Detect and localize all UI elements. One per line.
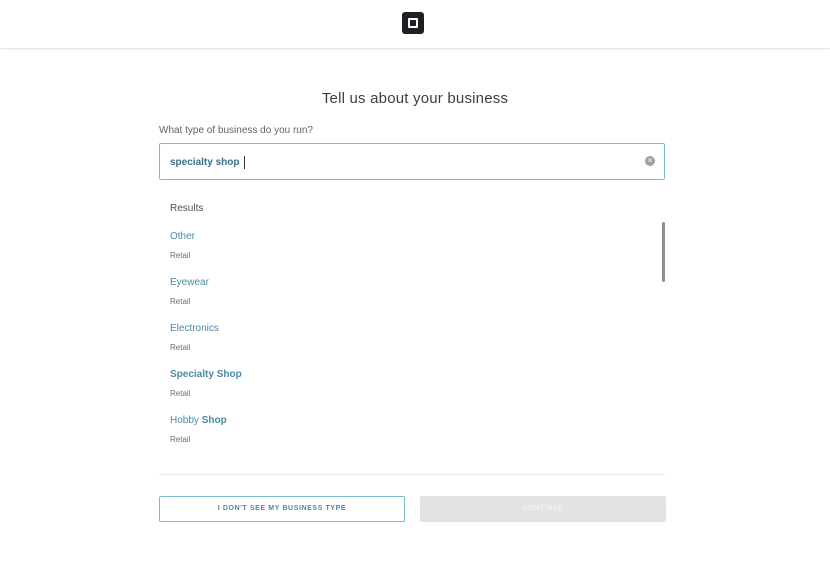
result-name: Specialty Shop bbox=[170, 369, 242, 380]
result-category: Retail bbox=[170, 297, 191, 306]
result-name: Hobby Shop bbox=[170, 415, 227, 426]
continue-button[interactable]: CONTINUE bbox=[420, 496, 666, 522]
result-category: Retail bbox=[170, 343, 191, 352]
business-type-search-box[interactable] bbox=[159, 143, 665, 180]
result-item-eyewear[interactable]: Eyewear Retail bbox=[170, 272, 650, 312]
top-bar bbox=[0, 0, 830, 49]
divider bbox=[159, 474, 665, 475]
results-list[interactable]: Other Retail Eyewear Retail Electronics … bbox=[159, 226, 665, 466]
square-logo-icon[interactable] bbox=[402, 12, 424, 34]
business-type-input[interactable] bbox=[170, 153, 610, 171]
result-category: Retail bbox=[170, 435, 191, 444]
business-type-label: What type of business do you run? bbox=[159, 125, 313, 136]
business-type-not-listed-button[interactable]: I DON'T SEE MY BUSINESS TYPE bbox=[159, 496, 405, 522]
result-name: Electronics bbox=[170, 323, 219, 334]
clear-circle-icon[interactable]: × bbox=[645, 156, 655, 166]
results-heading: Results bbox=[170, 203, 204, 214]
page-title: Tell us about your business bbox=[321, 90, 509, 107]
result-item-electronics[interactable]: Electronics Retail bbox=[170, 318, 650, 358]
result-item-specialty-shop[interactable]: Specialty Shop Retail bbox=[170, 364, 650, 404]
result-category: Retail bbox=[170, 251, 191, 260]
result-item-hobby-shop[interactable]: Hobby Shop Retail bbox=[170, 410, 650, 450]
result-category: Retail bbox=[170, 389, 191, 398]
text-cursor bbox=[244, 156, 245, 169]
result-name: Other bbox=[170, 231, 196, 242]
result-name: Eyewear bbox=[170, 277, 209, 288]
result-name-match: Shop bbox=[201, 415, 227, 426]
results-scrollbar[interactable] bbox=[662, 222, 665, 282]
result-item-other[interactable]: Other Retail bbox=[170, 226, 650, 266]
result-name-prefix: Hobby bbox=[170, 415, 202, 426]
